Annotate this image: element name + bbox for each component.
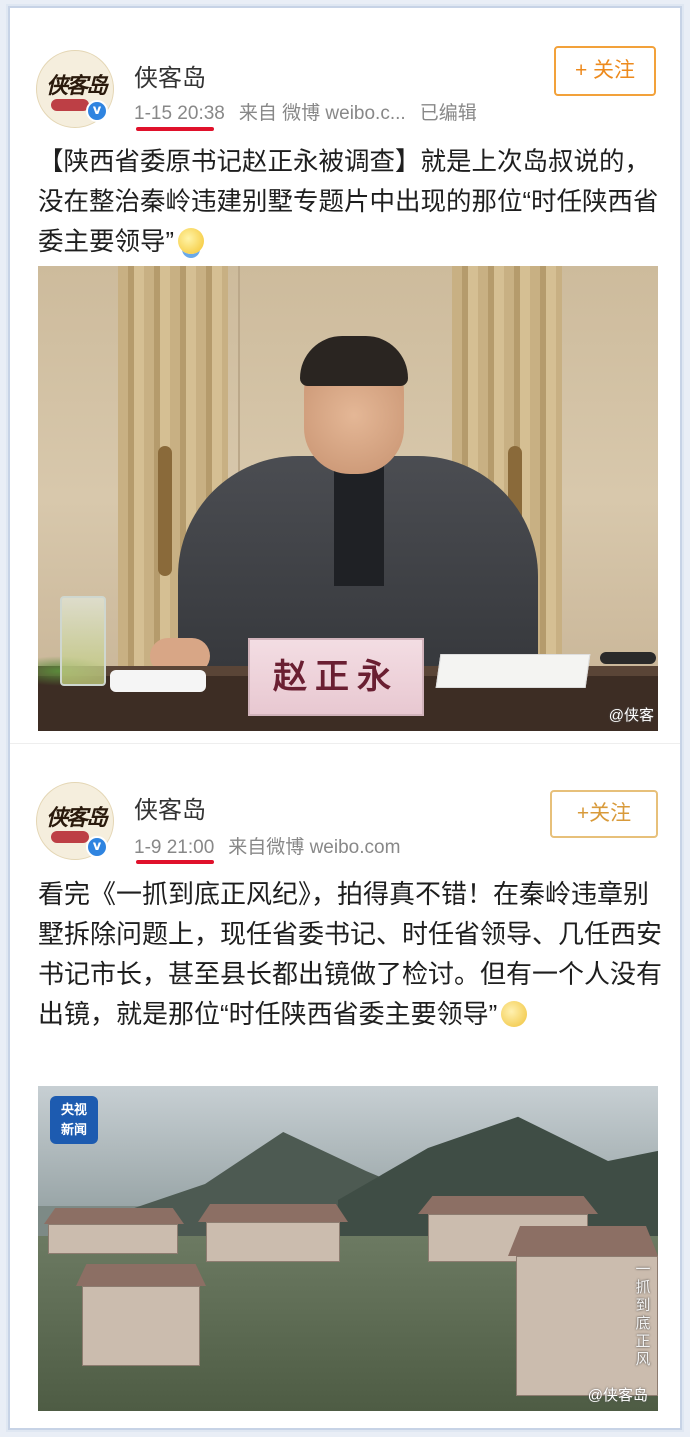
image-watermark: @侠客	[608, 707, 654, 724]
image-tea-glass	[60, 596, 106, 686]
avatar-cloud-mark	[51, 99, 89, 111]
username[interactable]: 侠客岛	[134, 790, 206, 825]
post-text: 【陕西省委原书记赵正永被调查】就是上次岛叔说的，没在整治秦岭违建别墅专题片中出现…	[38, 142, 668, 262]
post-text-content: 【陕西省委原书记赵正永被调查】就是上次岛叔说的，没在整治秦岭违建别墅专题片中出现…	[38, 148, 659, 256]
post-source: 来自 微博 weibo.c...	[238, 103, 406, 124]
image-villa	[48, 1224, 178, 1254]
image-person-shirt	[334, 466, 384, 586]
weibo-post-1: 侠客岛 v 侠客岛 1-15 20:38 来自 微博 weibo.c... 已编辑 …	[10, 8, 680, 743]
image-villa-roof	[508, 1226, 658, 1256]
image-villa	[206, 1222, 340, 1262]
post-image[interactable]: 央视 新闻 一抓到底正风 @侠客岛	[38, 1086, 658, 1411]
image-side-caption: 一抓到底正风	[635, 1261, 651, 1368]
weibo-post-2: 侠客岛 v 侠客岛 1-9 21:00 来自微博 weibo.com +关注 看完…	[10, 743, 680, 1432]
verified-badge-icon: v	[86, 100, 108, 122]
hug-emoji-icon	[178, 228, 204, 254]
avatar-cloud-mark	[51, 831, 89, 843]
image-villa-roof	[418, 1196, 598, 1214]
avatar-logo: 侠客岛	[45, 805, 108, 831]
follow-button[interactable]: +关注	[550, 790, 658, 838]
image-papers	[435, 654, 591, 688]
image-villa-roof	[198, 1204, 348, 1222]
post-meta: 1-15 20:38 来自 微博 weibo.c... 已编辑	[134, 98, 491, 125]
post-meta: 1-9 21:00 来自微博 weibo.com	[134, 832, 414, 859]
image-villa-roof	[76, 1264, 206, 1286]
time-underline-annotation	[136, 127, 214, 131]
screenshot-frame: 侠客岛 v 侠客岛 1-15 20:38 来自 微博 weibo.c... 已编辑 …	[8, 6, 682, 1430]
image-villa-roof	[44, 1208, 184, 1224]
smirk-emoji-icon	[501, 1001, 528, 1027]
image-curtain-tassel	[158, 446, 172, 576]
post-text-content: 看完《一抓到底正风纪》，拍得真不错！在秦岭违章别墅拆除问题上，现任省委书记、时任…	[38, 879, 663, 1029]
image-microphone	[600, 652, 656, 664]
cctv-news-logo: 央视 新闻	[50, 1096, 98, 1144]
image-watermark: @侠客岛	[587, 1387, 648, 1404]
edited-label: 已编辑	[419, 103, 477, 124]
username[interactable]: 侠客岛	[134, 58, 206, 93]
post-image[interactable]: 赵正永 @侠客	[38, 266, 658, 731]
tv-logo-line2: 新闻	[60, 1122, 87, 1137]
post-time[interactable]: 1-15 20:38	[134, 103, 225, 124]
image-teacup	[110, 670, 206, 692]
follow-button[interactable]: + 关注	[554, 46, 656, 96]
verified-badge-icon: v	[86, 836, 108, 858]
post-source: 来自微博 weibo.com	[228, 837, 401, 858]
post-text: 看完《一抓到底正风纪》，拍得真不错！在秦岭违章别墅拆除问题上，现任省委书记、时任…	[38, 874, 668, 1034]
image-nameplate: 赵正永	[248, 638, 424, 716]
post-time[interactable]: 1-9 21:00	[134, 837, 214, 858]
avatar-logo: 侠客岛	[45, 73, 108, 99]
image-villa	[82, 1286, 200, 1366]
time-underline-annotation	[136, 860, 214, 864]
tv-logo-line1: 央视	[60, 1102, 87, 1117]
